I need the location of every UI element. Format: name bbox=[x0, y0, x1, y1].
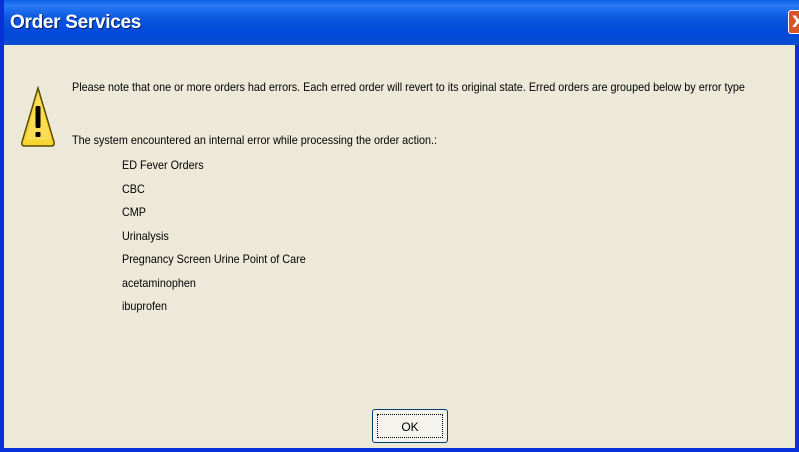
error-type-heading: The system encountered an internal error… bbox=[72, 133, 437, 147]
window-title: Order Services bbox=[10, 12, 141, 33]
close-icon: X bbox=[792, 12, 799, 31]
order-services-dialog: Order Services X Please note that one or… bbox=[0, 0, 799, 452]
list-item: acetaminophen bbox=[122, 275, 196, 290]
notice-message: Please note that one or more orders had … bbox=[72, 80, 745, 94]
list-item: Pregnancy Screen Urine Point of Care bbox=[122, 252, 306, 266]
list-item: CMP bbox=[122, 205, 147, 219]
list-item: ED Fever Orders bbox=[122, 158, 204, 172]
warning-icon bbox=[21, 86, 55, 147]
list-item: CBC bbox=[122, 181, 145, 196]
list-item: ibuprofen bbox=[122, 299, 168, 313]
title-bar[interactable]: Order Services X bbox=[4, 0, 799, 45]
notice-container: Please note that one or more orders had … bbox=[72, 80, 799, 102]
erred-orders-list: ED Fever Orders CBC CMP Urinalysis Pregn… bbox=[122, 156, 326, 321]
close-button[interactable]: X bbox=[788, 10, 799, 34]
ok-button-label: OK bbox=[377, 414, 443, 438]
list-item: Urinalysis bbox=[122, 228, 169, 243]
ok-button[interactable]: OK bbox=[372, 409, 448, 443]
